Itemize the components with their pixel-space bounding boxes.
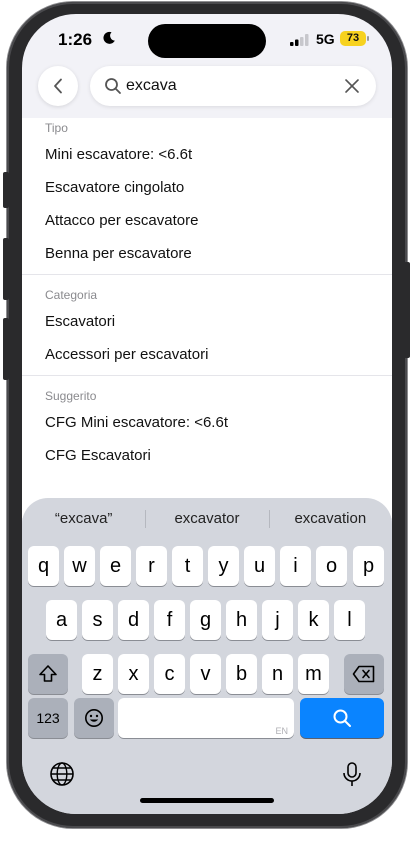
section-header: Categoria xyxy=(45,288,98,302)
key[interactable]: c xyxy=(154,654,185,694)
home-indicator xyxy=(140,798,274,803)
power-button xyxy=(404,262,410,358)
key[interactable]: r xyxy=(136,546,167,586)
language-hint: EN xyxy=(275,726,288,736)
prediction-item[interactable]: “excava” xyxy=(22,504,145,534)
key[interactable]: k xyxy=(298,600,329,640)
chevron-left-icon xyxy=(54,78,62,94)
section-tipo: Tipo Mini escavatore: <6.6t Escavatore c… xyxy=(22,118,392,270)
volume-up-button xyxy=(3,238,9,300)
microphone-icon[interactable] xyxy=(338,760,366,788)
volume-down-button xyxy=(3,318,9,380)
screen: 1:26 5G 73 Tipo Min xyxy=(22,14,392,814)
list-item[interactable]: Escavatori xyxy=(45,305,392,338)
space-key[interactable]: EN xyxy=(118,698,294,738)
globe-icon[interactable] xyxy=(48,760,76,788)
key[interactable]: d xyxy=(118,600,149,640)
key[interactable]: l xyxy=(334,600,365,640)
shift-key[interactable] xyxy=(28,654,68,694)
battery-indicator: 73 xyxy=(340,31,369,46)
list-item[interactable]: Attacco per escavatore xyxy=(45,204,392,237)
key[interactable]: u xyxy=(244,546,275,586)
divider xyxy=(22,375,392,376)
key[interactable]: e xyxy=(100,546,131,586)
list-item[interactable]: Mini escavatore: <6.6t xyxy=(45,138,392,171)
key[interactable]: o xyxy=(316,546,347,586)
section-header: Tipo xyxy=(45,121,68,135)
numbers-key[interactable]: 123 xyxy=(28,698,68,738)
search-key[interactable] xyxy=(300,698,384,738)
key[interactable]: z xyxy=(82,654,113,694)
prediction-bar: “excava” excavator excavation xyxy=(22,504,392,534)
delete-key[interactable] xyxy=(344,654,384,694)
back-button[interactable] xyxy=(38,66,78,106)
action-button xyxy=(3,172,9,208)
key[interactable]: j xyxy=(262,600,293,640)
key[interactable]: b xyxy=(226,654,257,694)
key[interactable]: f xyxy=(154,600,185,640)
search-input[interactable] xyxy=(126,75,326,97)
status-time: 1:26 xyxy=(58,30,93,49)
shift-icon xyxy=(39,665,57,682)
key[interactable]: h xyxy=(226,600,257,640)
search-icon xyxy=(333,709,351,727)
section-categoria: Categoria Escavatori Accessori per escav… xyxy=(22,285,392,371)
key[interactable]: y xyxy=(208,546,239,586)
list-item[interactable]: CFG Escavatori xyxy=(45,439,392,472)
divider xyxy=(22,274,392,275)
moon-icon xyxy=(103,31,115,44)
search-box[interactable] xyxy=(90,66,376,106)
key[interactable]: v xyxy=(190,654,221,694)
key[interactable]: p xyxy=(353,546,384,586)
key[interactable]: m xyxy=(298,654,329,694)
emoji-icon xyxy=(85,709,103,727)
key[interactable]: n xyxy=(262,654,293,694)
section-header: Suggerito xyxy=(45,389,97,403)
dynamic-island xyxy=(148,24,266,58)
list-item[interactable]: CFG Mini escavatore: <6.6t xyxy=(45,406,392,439)
backspace-icon xyxy=(352,665,375,683)
network-label: 5G xyxy=(316,31,335,47)
key[interactable]: s xyxy=(82,600,113,640)
list-item[interactable]: Escavatore cingolato xyxy=(45,171,392,204)
key[interactable]: a xyxy=(46,600,77,640)
clear-search-icon[interactable] xyxy=(344,78,360,94)
list-item[interactable]: Accessori per escavatori xyxy=(45,338,392,371)
key[interactable]: x xyxy=(118,654,149,694)
key[interactable]: t xyxy=(172,546,203,586)
suggestions-list: Tipo Mini escavatore: <6.6t Escavatore c… xyxy=(22,118,392,518)
key[interactable]: i xyxy=(280,546,311,586)
signal-icon xyxy=(290,34,309,46)
emoji-key[interactable] xyxy=(74,698,114,738)
keyboard: “excava” excavator excavation q w e r t … xyxy=(22,498,392,814)
status-bar: 1:26 5G 73 xyxy=(22,14,392,64)
key[interactable]: q xyxy=(28,546,59,586)
search-icon xyxy=(105,78,121,94)
list-item[interactable]: Benna per escavatore xyxy=(45,237,392,270)
prediction-item[interactable]: excavator xyxy=(145,504,268,534)
section-suggerito: Suggerito CFG Mini escavatore: <6.6t CFG… xyxy=(22,386,392,472)
key[interactable]: g xyxy=(190,600,221,640)
key[interactable]: w xyxy=(64,546,95,586)
prediction-item[interactable]: excavation xyxy=(268,504,392,534)
